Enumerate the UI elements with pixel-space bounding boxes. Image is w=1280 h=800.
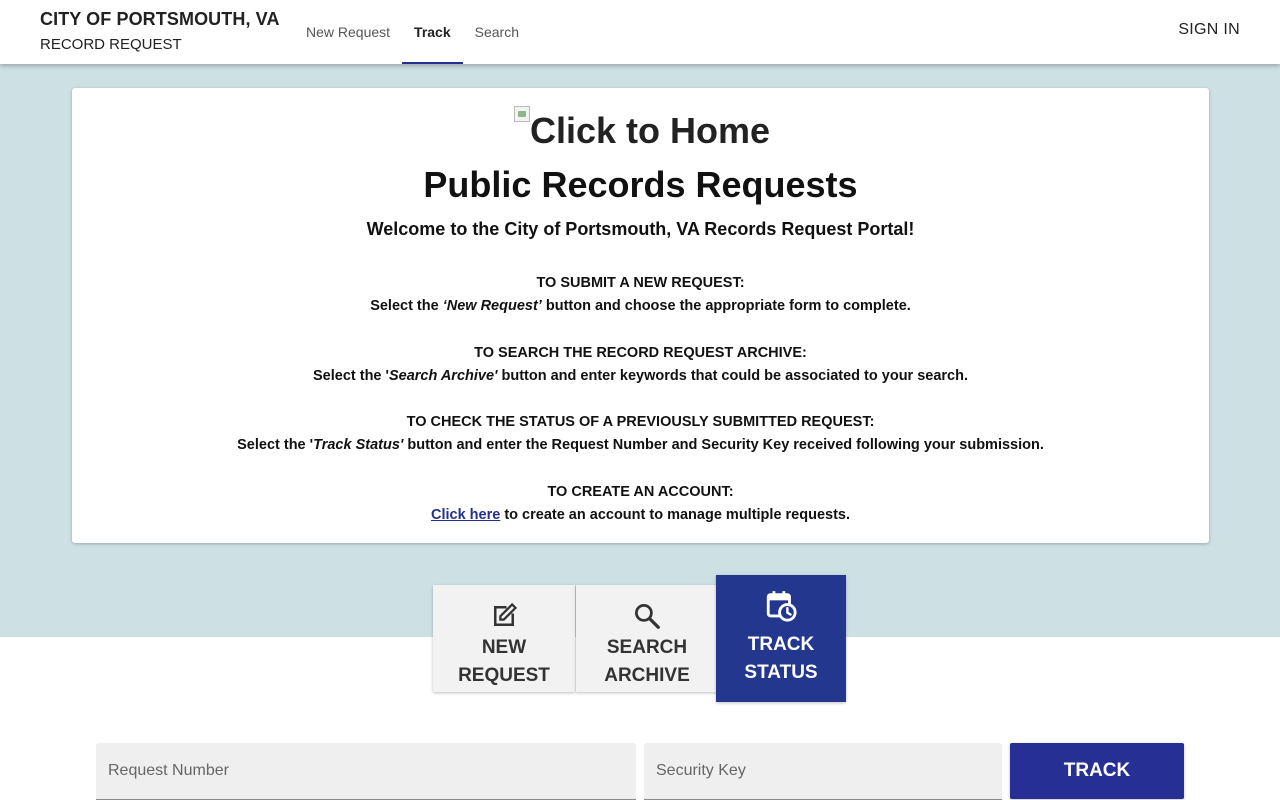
instruction-text-emphasis: Track Status': [313, 437, 404, 453]
instruction-heading: TO SEARCH THE RECORD REQUEST ARCHIVE:: [474, 345, 807, 361]
instruction-text: Select the 'Search Archive' button and e…: [72, 365, 1209, 388]
tab-search[interactable]: Search: [463, 0, 531, 64]
edit-icon: [433, 601, 575, 631]
instruction-track-status: TO CHECK THE STATUS OF A PREVIOUSLY SUBM…: [72, 411, 1209, 457]
tile-label-line-2: ARCHIVE: [604, 665, 690, 686]
instruction-text-after: button and choose the appropriate form t…: [541, 298, 911, 314]
tile-label: SEARCH ARCHIVE: [576, 634, 718, 690]
tile-label: TRACK STATUS: [716, 631, 846, 687]
instruction-text: Select the ‘New Request’ button and choo…: [72, 295, 1209, 318]
security-key-input[interactable]: [644, 743, 1002, 799]
instruction-text-after: button and enter keywords that could be …: [497, 368, 969, 384]
instruction-text: Click here to create an account to manag…: [72, 504, 1209, 527]
instruction-text-before: Select the ': [237, 437, 314, 453]
brand[interactable]: CITY OF PORTSMOUTH, VA RECORD REQUEST: [40, 9, 280, 53]
search-archive-tile[interactable]: SEARCH ARCHIVE: [576, 585, 718, 692]
track-button[interactable]: TRACK: [1010, 743, 1184, 799]
search-icon: [576, 601, 718, 631]
tab-track[interactable]: Track: [402, 0, 463, 64]
brand-title[interactable]: CITY OF PORTSMOUTH, VA: [40, 9, 280, 31]
instruction-search-archive: TO SEARCH THE RECORD REQUEST ARCHIVE: Se…: [72, 342, 1209, 388]
nav-tabs: New Request Track Search: [294, 0, 531, 64]
instruction-text-after: button and enter the Request Number and …: [403, 437, 1044, 453]
page-title: Public Records Requests: [423, 164, 858, 205]
welcome-text: Welcome to the City of Portsmouth, VA Re…: [366, 219, 915, 239]
home-logo-alt-text[interactable]: Click to Home: [530, 104, 770, 158]
tile-label-line-2: STATUS: [744, 662, 818, 683]
sign-in-button[interactable]: SIGN IN: [1178, 21, 1240, 39]
security-key-field[interactable]: [644, 743, 1002, 800]
instruction-new-request: TO SUBMIT A NEW REQUEST: Select the ‘New…: [72, 272, 1209, 318]
home-logo-link[interactable]: Click to Home: [514, 104, 770, 158]
instruction-heading: TO CREATE AN ACCOUNT:: [547, 484, 734, 500]
app-header: CITY OF PORTSMOUTH, VA RECORD REQUEST Ne…: [0, 0, 1280, 64]
request-number-field[interactable]: [96, 743, 636, 800]
instruction-heading: TO SUBMIT A NEW REQUEST:: [536, 275, 745, 291]
instruction-text-before: Select the: [370, 298, 443, 314]
request-number-input[interactable]: [96, 743, 636, 799]
brand-subtitle[interactable]: RECORD REQUEST: [40, 36, 280, 53]
broken-image-icon: [514, 106, 530, 122]
tile-label-line-1: SEARCH: [606, 637, 688, 658]
calendar-clock-icon: [716, 589, 846, 622]
tab-new-request[interactable]: New Request: [294, 0, 402, 64]
instruction-text-emphasis: Search Archive': [388, 368, 498, 384]
tile-label-line-1: NEW: [481, 637, 527, 658]
tile-label-line-1: TRACK: [747, 634, 815, 655]
instruction-text-after: to create an account to manage multiple …: [500, 507, 851, 523]
instruction-heading: TO CHECK THE STATUS OF A PREVIOUSLY SUBM…: [406, 414, 875, 430]
welcome-card: Click to Home Public Records Requests We…: [72, 88, 1209, 543]
track-status-tile[interactable]: TRACK STATUS: [716, 575, 846, 702]
instruction-text: Select the 'Track Status' button and ent…: [72, 434, 1209, 457]
tile-label-line-2: REQUEST: [458, 665, 550, 686]
instruction-text-emphasis: ‘New Request’: [442, 298, 542, 314]
new-request-tile[interactable]: NEW REQUEST: [433, 585, 575, 692]
create-account-link[interactable]: Click here: [431, 507, 500, 523]
instruction-text-before: Select the ': [312, 368, 389, 384]
instruction-create-account: TO CREATE AN ACCOUNT: Click here to crea…: [72, 481, 1209, 527]
tile-label: NEW REQUEST: [433, 634, 575, 690]
